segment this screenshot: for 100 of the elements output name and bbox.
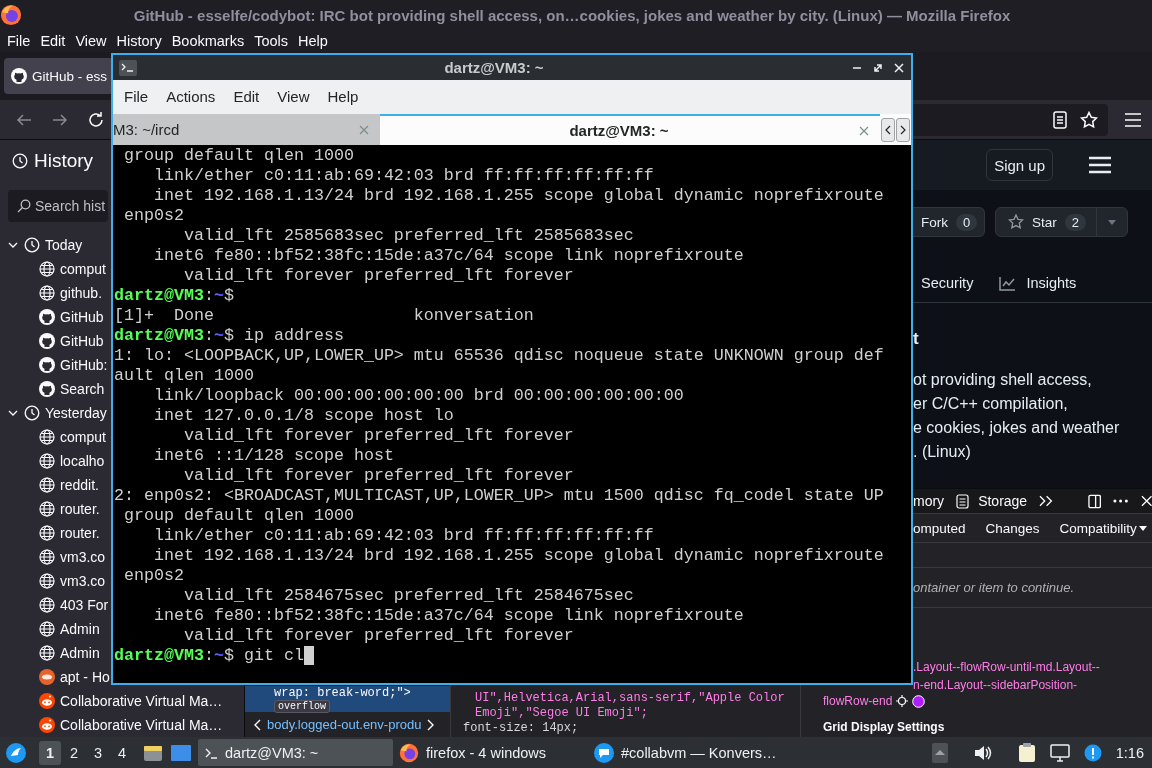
workspace-button[interactable]: 2 — [63, 740, 85, 765]
start-menu-icon[interactable] — [5, 741, 27, 764]
star-icon[interactable] — [1080, 110, 1098, 129]
search-field[interactable]: Search hist — [8, 190, 108, 222]
page-entry[interactable]: Search — [0, 377, 105, 401]
fork-count: 0 — [956, 213, 978, 231]
notification-icon[interactable] — [1083, 743, 1102, 762]
caret-down-icon[interactable] — [1138, 525, 1147, 531]
volume-icon[interactable] — [973, 744, 992, 761]
clock-icon — [12, 153, 28, 169]
page-entry[interactable]: 403 For — [0, 593, 109, 617]
terminal-tab[interactable]: dartz@VM3: ~ — [380, 114, 880, 145]
menu-item[interactable]: View — [268, 87, 319, 105]
terminal-tab[interactable]: M3: ~/ircd — [113, 114, 380, 145]
devtools-tab[interactable]: Storage — [956, 493, 1028, 509]
search-icon — [17, 199, 31, 213]
reload-icon[interactable] — [86, 109, 106, 130]
clock-icon — [24, 237, 40, 253]
page-entry[interactable]: Collaborative Virtual Ma… — [0, 713, 223, 737]
menu-item[interactable]: File — [115, 87, 158, 105]
taskbar-task[interactable]: firefox - 4 windows — [393, 739, 588, 766]
sidebar-tab[interactable]: Changes — [985, 514, 1040, 542]
more-tools-icon[interactable] — [1039, 495, 1053, 507]
menu-icon[interactable] — [1088, 156, 1112, 174]
menu-item[interactable]: History — [111, 33, 167, 49]
page-entry[interactable]: comput — [0, 425, 106, 449]
workspace-button[interactable]: 1 — [39, 740, 61, 765]
css-rule-line: Emoji","Segoe UI Emoji"; — [474, 706, 649, 721]
github-icon — [39, 309, 55, 325]
workspace-button[interactable]: 4 — [111, 740, 133, 765]
menu-item[interactable]: Actions — [157, 87, 225, 105]
chevron-right-icon — [900, 124, 906, 135]
globe-icon — [39, 573, 55, 589]
page-entry[interactable]: Admin — [0, 617, 100, 641]
page-entry[interactable]: vm3.co — [0, 545, 106, 569]
page-entry[interactable]: reddit. — [0, 473, 99, 497]
scroll-right-icon[interactable] — [427, 718, 436, 731]
menu-item[interactable]: View — [70, 33, 112, 49]
page-entry[interactable]: router. — [0, 497, 100, 521]
page-entry[interactable]: GitHub: — [0, 353, 108, 377]
clock-icon — [24, 405, 40, 421]
date-group[interactable]: Today — [0, 233, 83, 257]
more-icon[interactable] — [1113, 499, 1129, 503]
terminal-line: 2: enp0s2: <BROADCAST,MULTICAST,UP,LOWER_UP> mtu 1500 qdisc fq_codel state UP — [114, 486, 885, 506]
file-manager-icon[interactable] — [143, 743, 163, 762]
page-entry[interactable]: Admin — [0, 641, 100, 665]
page-entry[interactable]: GitHub — [0, 305, 104, 329]
taskbar-task[interactable]: #collabvm — Konvers… — [588, 739, 783, 766]
taskbar-task[interactable]: dartz@VM3: ~ — [198, 739, 393, 766]
page-entry[interactable]: localho — [0, 449, 105, 473]
star-button[interactable]: Star 2 — [995, 207, 1097, 237]
scroll-right-button[interactable] — [896, 117, 910, 142]
menu-item[interactable]: Tools — [249, 33, 294, 49]
devtools-tab[interactable]: mory — [913, 493, 945, 509]
page-entry[interactable]: vm3.co — [0, 569, 106, 593]
page-entry[interactable]: apt - Ho — [0, 665, 110, 689]
sign-up-button[interactable]: Sign up — [986, 149, 1053, 181]
desktop-icon[interactable] — [171, 743, 191, 762]
repo-tab[interactable]: Security — [921, 275, 974, 291]
repo-description: ot providing shell access, er C/C++ compilation, e cookies, jokes and weather . (Linux) — [913, 370, 1121, 462]
reader-view-icon[interactable] — [1052, 110, 1068, 129]
tray-expand-icon[interactable] — [931, 742, 948, 763]
sidebar-tab[interactable]: Compatibility — [1059, 514, 1137, 542]
dock-icon[interactable] — [1087, 493, 1102, 509]
browser-tab[interactable]: GitHub - ess — [4, 58, 114, 94]
color-swatch-icon — [912, 694, 926, 708]
menu-item[interactable]: Help — [318, 87, 368, 105]
restore-icon[interactable] — [872, 61, 884, 74]
workspace-button[interactable]: 3 — [87, 740, 109, 765]
date-group[interactable]: Yesterday — [0, 401, 107, 425]
page-entry[interactable]: router. — [0, 521, 100, 545]
page-entry[interactable]: Collaborative Virtual Ma… — [0, 689, 223, 713]
scroll-left-button[interactable] — [881, 117, 895, 142]
menu-item[interactable]: Help — [293, 33, 333, 49]
breadcrumb[interactable]: body.logged-out.env-produ — [267, 717, 422, 732]
clock[interactable]: 1:16 — [1115, 744, 1144, 761]
terminal-line: valid_lft 2584675sec preferred_lft 2584675sec — [182, 586, 635, 606]
terminal-line: valid_lft forever preferred_lft forever — [182, 626, 575, 646]
terminal-line: inet6 fe80::bf52:38fc:15de:a37c/64 scope link noprefixroute — [152, 246, 745, 266]
terminal-line: inet 192.168.1.13/24 brd 192.168.1.255 scope global dynamic noprefixroute — [152, 186, 885, 206]
clipboard-icon[interactable] — [1017, 742, 1036, 763]
star-count: 2 — [1064, 213, 1086, 231]
star-dropdown-button[interactable] — [1096, 207, 1128, 237]
fork-button[interactable]: Fork 0 — [913, 207, 985, 237]
menu-item[interactable]: Edit — [35, 33, 71, 49]
sidebar-tab[interactable]: omputed — [913, 514, 966, 542]
github-icon — [39, 357, 55, 373]
page-entry[interactable]: comput — [0, 257, 106, 281]
crosshair-icon[interactable] — [896, 695, 909, 707]
css-rule-line: UI",Helvetica,Arial,sans-serif,"Apple Color — [474, 691, 786, 706]
menu-item[interactable]: File — [2, 33, 36, 49]
terminal-line: group default qlen 1000 — [123, 146, 355, 166]
menu-item[interactable]: Bookmarks — [166, 33, 250, 49]
page-entry[interactable]: GitHub — [0, 329, 104, 353]
menu-item[interactable]: Edit — [224, 87, 269, 105]
scroll-left-icon[interactable] — [253, 718, 261, 731]
repo-tab[interactable]: Insights — [999, 275, 1077, 291]
page-entry[interactable]: github. — [0, 281, 103, 305]
alien-head-icon — [39, 717, 55, 733]
globe-icon — [39, 549, 55, 565]
